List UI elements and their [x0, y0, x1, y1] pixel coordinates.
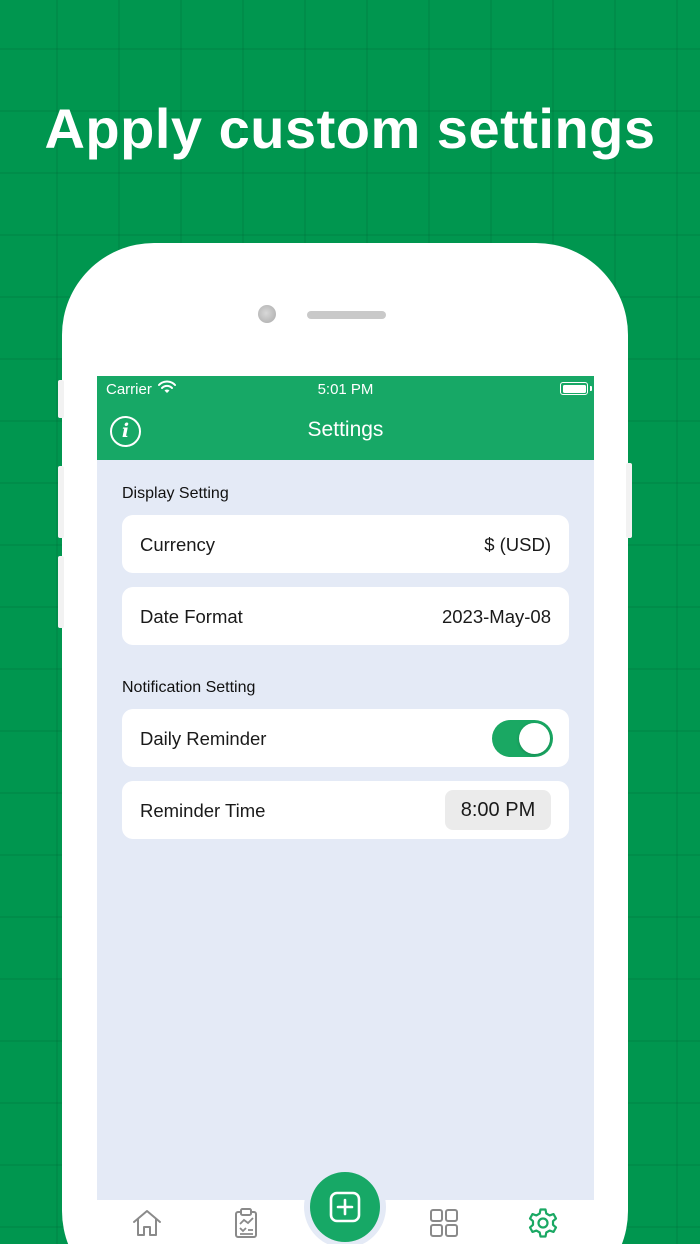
status-time: 5:01 PM — [317, 381, 374, 398]
nav-bar: i Settings — [97, 402, 594, 460]
headline: Apply custom settings — [44, 97, 656, 160]
settings-icon[interactable] — [527, 1207, 559, 1239]
home-icon[interactable] — [131, 1207, 163, 1239]
date-format-row[interactable]: Date Format 2023-May-08 — [122, 587, 569, 645]
phone-side-button — [58, 556, 64, 628]
daily-reminder-label: Daily Reminder — [140, 728, 267, 749]
reminder-time-picker[interactable]: 8:00 PM — [445, 790, 551, 830]
app-screen: Carrier 5:01 PM i Settings Display Setti… — [97, 376, 594, 1244]
add-icon — [329, 1191, 361, 1223]
add-button[interactable] — [310, 1172, 380, 1242]
reminder-time-label: Reminder Time — [140, 800, 266, 821]
daily-reminder-toggle[interactable] — [492, 720, 553, 757]
toggle-knob — [519, 723, 550, 754]
status-bar: Carrier 5:01 PM — [97, 376, 594, 402]
currency-row[interactable]: Currency $ (USD) — [122, 515, 569, 573]
front-camera — [258, 305, 276, 323]
grid-icon[interactable] — [428, 1207, 460, 1239]
earpiece-speaker — [307, 311, 386, 319]
page-title: Settings — [307, 418, 384, 441]
currency-value: $ (USD) — [484, 534, 551, 555]
display-setting-heading: Display Setting — [122, 485, 229, 502]
reminder-time-row: Reminder Time 8:00 PM — [122, 781, 569, 839]
date-format-value: 2023-May-08 — [441, 606, 551, 627]
phone-side-button — [58, 466, 64, 538]
daily-reminder-row: Daily Reminder — [122, 709, 569, 767]
date-format-label: Date Format — [140, 606, 243, 627]
currency-label: Currency — [140, 534, 216, 555]
battery-icon — [560, 382, 592, 395]
phone-side-button — [626, 463, 632, 538]
report-icon[interactable] — [230, 1207, 262, 1239]
phone-side-button — [58, 380, 64, 418]
notification-setting-heading: Notification Setting — [122, 679, 256, 696]
